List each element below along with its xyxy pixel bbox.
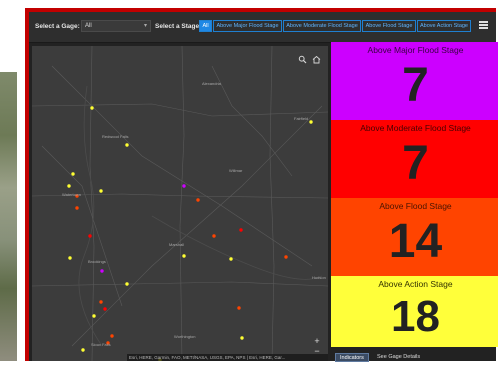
zoom-controls: + −	[311, 336, 323, 356]
indicator-value: 7	[402, 59, 429, 112]
bottom-tab-bar: Indicators See Gage Details	[331, 351, 498, 365]
map-place-label: Marshall	[169, 242, 185, 247]
map-place-label: Brookings	[88, 259, 106, 264]
background-aerial-photo	[0, 72, 17, 361]
indicator-flood: Above Flood Stage 14	[331, 198, 498, 276]
map-view[interactable]: Alexandria Fairfield Willmar Marshall Br…	[32, 46, 328, 361]
indicator-title: Above Flood Stage	[379, 201, 452, 211]
map-place-label: Worthington	[174, 334, 196, 339]
indicator-value: 14	[388, 215, 443, 268]
hamburger-menu-icon[interactable]	[479, 21, 488, 29]
gage-select-value: All	[85, 23, 92, 29]
home-icon[interactable]	[312, 55, 321, 64]
stage-button-moderate[interactable]: Above Moderate Flood Stage	[283, 20, 361, 32]
indicator-value: 18	[391, 292, 440, 341]
map-place-label: Willmar	[229, 168, 243, 173]
zoom-in-button[interactable]: +	[311, 336, 323, 346]
indicator-major-flood: Above Major Flood Stage 7	[331, 42, 498, 120]
indicator-title: Above Action Stage	[378, 279, 453, 289]
filter-header: Select a Gage: All ▾ Select a Stage: All…	[29, 12, 496, 43]
indicator-action: Above Action Stage 18	[331, 276, 498, 347]
map-place-label: Sioux Falls	[91, 342, 111, 347]
stage-button-flood[interactable]: Above Flood Stage	[362, 20, 416, 32]
gage-select[interactable]: All ▾	[81, 20, 151, 32]
map-attribution: Esri, HERE, Garmin, FAO, METI/NASA, USGS…	[127, 354, 328, 361]
map-basemap	[32, 46, 328, 361]
map-place-label: Watertown	[62, 192, 81, 197]
indicator-title: Above Moderate Flood Stage	[360, 123, 471, 133]
search-icon[interactable]	[298, 55, 307, 64]
map-place-label: Redwood Falls	[102, 134, 129, 139]
stage-button-action[interactable]: Above Action Stage	[417, 20, 471, 32]
stage-button-major[interactable]: Above Major Flood Stage	[213, 20, 282, 32]
map-place-label: Alexandria	[202, 81, 221, 86]
indicator-moderate-flood: Above Moderate Flood Stage 7	[331, 120, 498, 198]
chevron-down-icon: ▾	[143, 23, 147, 29]
map-place-label: Hudson	[312, 275, 326, 280]
gage-select-label: Select a Gage:	[35, 23, 80, 30]
stage-button-all[interactable]: All	[199, 20, 212, 32]
stage-select-label: Select a Stage:	[155, 23, 202, 30]
dashboard-window: Select a Gage: All ▾ Select a Stage: All…	[25, 8, 498, 362]
indicator-panels: Above Major Flood Stage 7 Above Moderate…	[331, 42, 498, 347]
map-place-label: Fairfield	[294, 116, 309, 121]
indicator-value: 7	[402, 137, 429, 190]
indicator-title: Above Major Flood Stage	[367, 45, 464, 55]
